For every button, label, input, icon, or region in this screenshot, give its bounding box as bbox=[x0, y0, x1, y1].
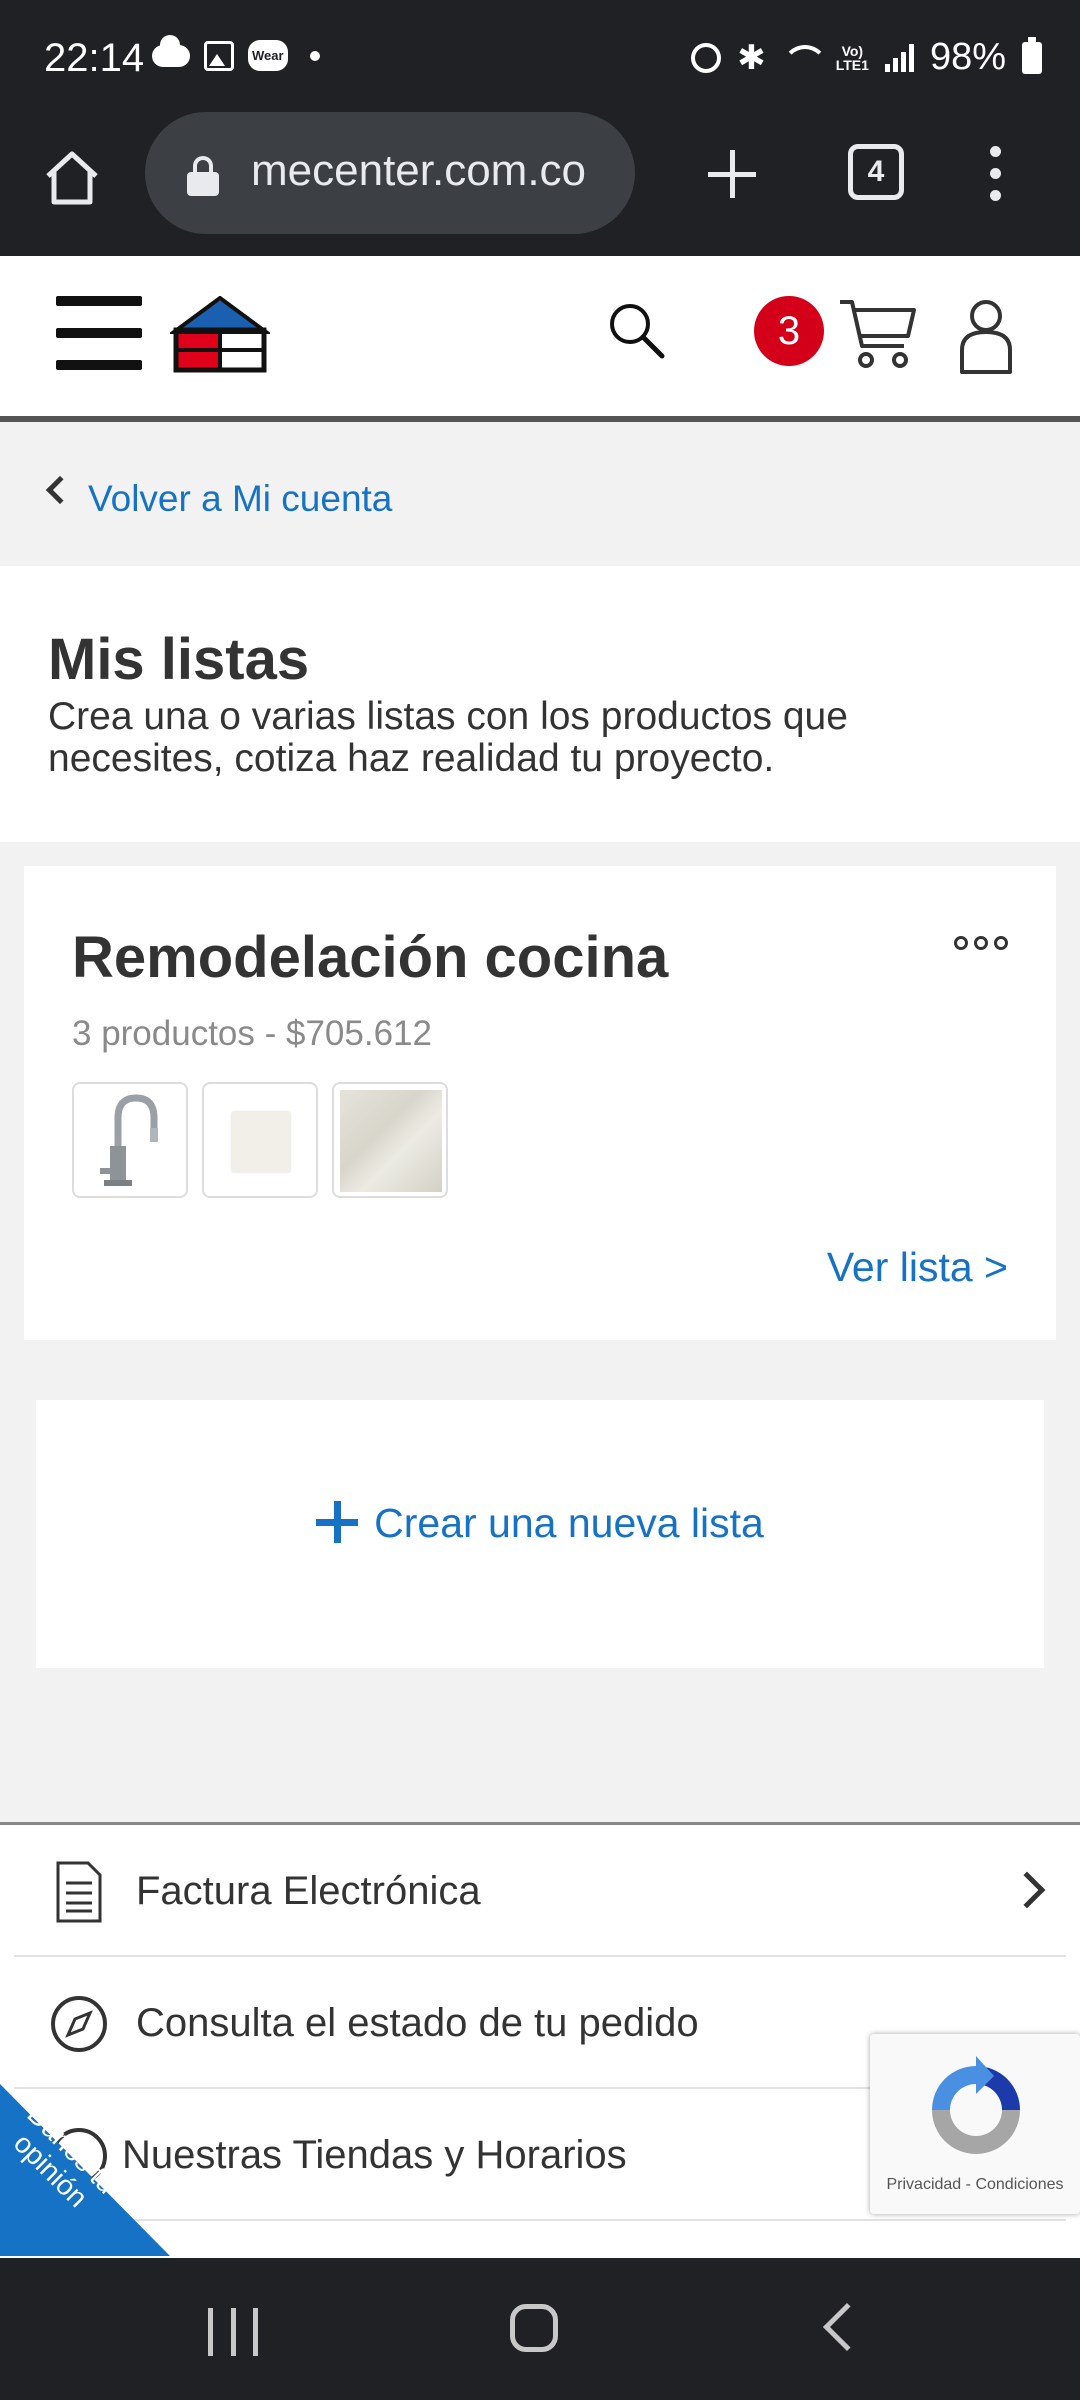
battery-icon bbox=[1022, 36, 1042, 74]
homecenter-logo[interactable] bbox=[170, 296, 270, 376]
cart-count-badge[interactable]: 3 bbox=[754, 296, 824, 366]
url-text[interactable]: mecenter.com.co bbox=[251, 146, 621, 196]
system-icons: ✱ Vo) LTE1 98% bbox=[691, 36, 1042, 79]
alarm-icon bbox=[691, 42, 722, 73]
page-description: Crea una o varias listas con los product… bbox=[48, 695, 848, 780]
status-time: 22:14 bbox=[44, 36, 145, 80]
product-thumbnail-white-tile[interactable] bbox=[202, 1082, 318, 1198]
wifi-icon bbox=[781, 43, 828, 73]
address-bar[interactable]: mecenter.com.co bbox=[145, 112, 635, 234]
gallery-icon bbox=[204, 40, 234, 71]
system-nav-bar bbox=[0, 2258, 1080, 2400]
site-header: 3 bbox=[0, 256, 1080, 422]
signal-icon bbox=[884, 43, 914, 72]
home-icon[interactable] bbox=[40, 146, 104, 210]
cloud-icon bbox=[152, 34, 190, 67]
footer-item-invoice[interactable]: Factura Electrónica bbox=[14, 1825, 1066, 1957]
list-options-icon[interactable] bbox=[954, 936, 1008, 950]
new-tab-icon[interactable] bbox=[700, 142, 764, 206]
overflow-menu-icon[interactable] bbox=[990, 146, 1002, 206]
product-thumbnails bbox=[72, 1082, 448, 1198]
volte-icon: Vo) LTE1 bbox=[836, 44, 869, 72]
bluetooth-icon: ✱ bbox=[737, 38, 766, 77]
back-nav-icon[interactable] bbox=[822, 2302, 872, 2352]
status-bar: 22:14 Wear ✱ Vo) LTE1 98% bbox=[0, 0, 1080, 122]
footer-item-label: Consulta el estado de tu pedido bbox=[136, 2001, 699, 2045]
recaptcha-separator: - bbox=[965, 2176, 971, 2193]
create-list-label: Crear una nueva lista bbox=[374, 1500, 764, 1546]
hamburger-menu-icon[interactable] bbox=[56, 296, 142, 370]
page-title: Mis listas bbox=[48, 627, 310, 692]
marble-tile-image bbox=[340, 1090, 442, 1192]
list-title[interactable]: Remodelación cocina bbox=[72, 924, 668, 991]
volte-label-bottom: LTE1 bbox=[835, 56, 869, 73]
white-tile-image bbox=[232, 1112, 290, 1172]
chevron-right-icon bbox=[1008, 1871, 1046, 1909]
back-to-account-link[interactable]: Volver a Mi cuenta bbox=[88, 478, 392, 520]
recaptcha-icon bbox=[932, 2056, 1020, 2154]
list-card: Remodelación cocina 3 productos - $705.6… bbox=[24, 866, 1056, 1340]
footer-item-label: Nuestras Tiendas y Horarios bbox=[122, 2133, 627, 2177]
recaptcha-terms-link[interactable]: Condiciones bbox=[975, 2176, 1063, 2193]
create-list-button[interactable]: Crear una nueva lista bbox=[36, 1500, 1044, 1547]
more-notifications-dot bbox=[309, 50, 320, 61]
recaptcha-links: Privacidad - Condiciones bbox=[870, 2176, 1080, 2194]
view-list-link[interactable]: Ver lista > bbox=[827, 1244, 1008, 1291]
tab-switcher-button[interactable]: 4 bbox=[848, 144, 904, 200]
list-summary: 3 productos - $705.612 bbox=[72, 1014, 432, 1053]
search-icon[interactable] bbox=[606, 300, 666, 360]
create-list-card[interactable]: Crear una nueva lista bbox=[36, 1400, 1044, 1668]
user-account-icon[interactable] bbox=[956, 296, 1016, 376]
browser-toolbar: mecenter.com.co 4 bbox=[0, 112, 1080, 256]
faucet-icon bbox=[100, 1094, 158, 1186]
recaptcha-privacy-link[interactable]: Privacidad bbox=[887, 2176, 962, 2193]
compass-icon bbox=[51, 1996, 107, 2052]
back-bar: Volver a Mi cuenta bbox=[0, 428, 1080, 566]
product-thumbnail-marble-tile[interactable] bbox=[332, 1082, 448, 1198]
chevron-left-icon[interactable] bbox=[45, 475, 75, 505]
battery-percent: 98% bbox=[929, 36, 1006, 78]
recent-apps-icon[interactable] bbox=[208, 2308, 258, 2356]
home-nav-icon[interactable] bbox=[510, 2304, 558, 2352]
notification-icons: Wear bbox=[152, 34, 320, 71]
lock-icon bbox=[187, 156, 219, 196]
lists-intro: Mis listas Crea una o varias listas con … bbox=[0, 566, 1080, 842]
footer-item-label: Factura Electrónica bbox=[136, 1869, 481, 1913]
plus-icon bbox=[316, 1501, 359, 1543]
cart-icon[interactable] bbox=[838, 296, 918, 372]
product-thumbnail-faucet[interactable] bbox=[72, 1082, 188, 1198]
wear-icon: Wear bbox=[248, 40, 288, 71]
recaptcha-badge[interactable]: Privacidad - Condiciones bbox=[870, 2034, 1080, 2214]
document-icon bbox=[56, 1861, 102, 1923]
